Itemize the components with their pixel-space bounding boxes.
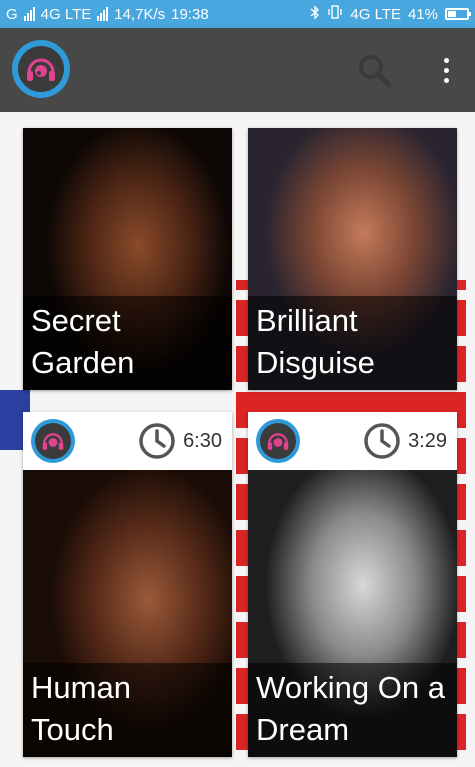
vibrate-icon [327,5,343,23]
video-title: Secret Garden [23,296,232,390]
network-label-2: 4G LTE [350,5,401,23]
headphones-logo-icon[interactable] [12,40,70,98]
signal-icon-2 [97,7,109,21]
battery-icon [445,8,471,20]
channel-logo-icon [256,419,300,463]
video-duration: 3:29 [408,429,447,452]
more-vert-icon[interactable] [436,54,456,86]
clock-icon [139,423,175,459]
card-header: 3:29 [248,412,457,470]
app-toolbar [0,28,475,112]
video-card-working-on-a-dream[interactable]: 3:29 Working On a Dream [248,412,457,757]
carrier-label: G [6,5,18,23]
status-time: 19:38 [171,5,209,23]
video-card-human-touch[interactable]: 6:30 Human Touch [23,412,232,757]
network-label-1: 4G LTE [40,5,92,23]
video-title: Brilliant Disguise [248,296,457,390]
network-speed: 14,7K/s [114,5,166,23]
card-header: 6:30 [23,412,232,470]
video-title: Human Touch [23,663,232,757]
channel-logo-icon [31,419,75,463]
search-icon[interactable] [356,52,396,92]
signal-icon [23,7,35,21]
video-card-secret-garden[interactable]: Secret Garden [23,128,232,390]
video-title: Working On a Dream [248,663,457,757]
video-duration: 6:30 [183,429,222,452]
bluetooth-icon [310,4,320,24]
video-card-brilliant-disguise[interactable]: Brilliant Disguise [248,128,457,390]
clock-icon [364,423,400,459]
battery-percent: 41% [407,5,438,23]
status-bar: G 4G LTE 14,7K/s 19:38 4G LTE 41% [0,0,475,28]
